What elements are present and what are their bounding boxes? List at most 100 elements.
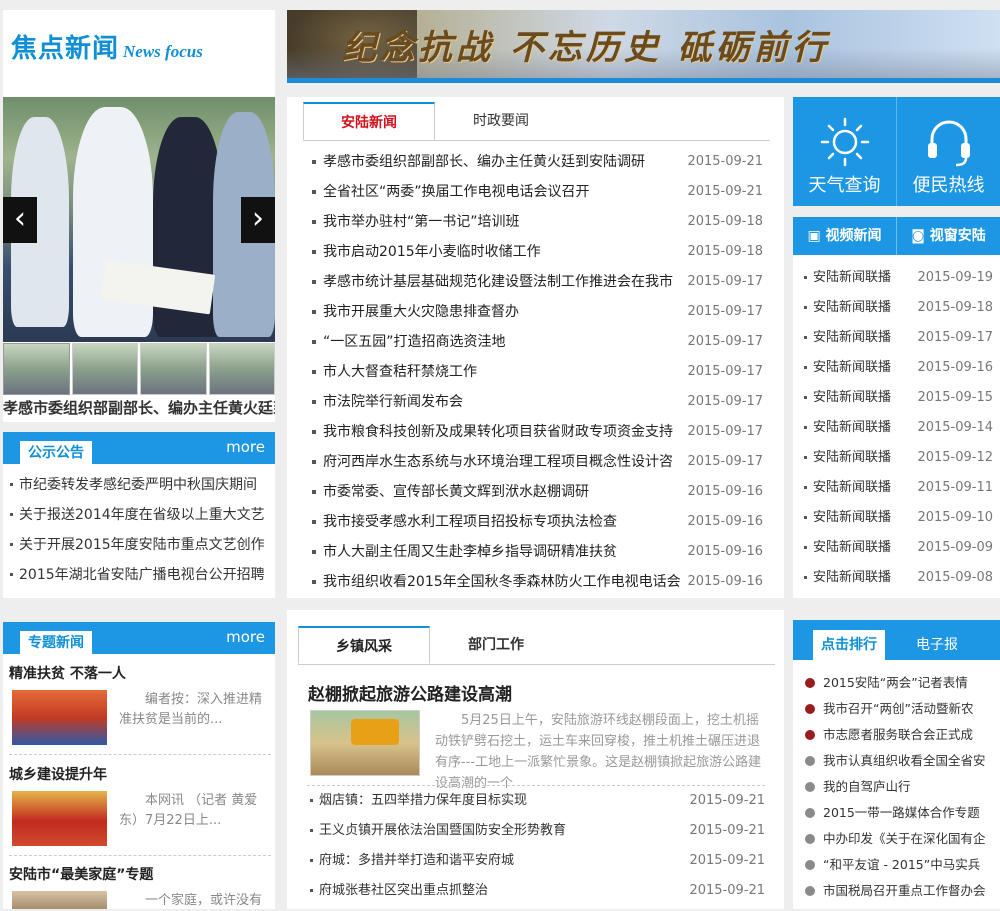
list-item[interactable]: 安陆新闻联播 2015-09-19 xyxy=(797,263,993,293)
list-item[interactable]: 我市粮食科技创新及成果转化项目获省财政专项资金支持 2015-09-17 xyxy=(307,417,763,447)
item-title: 府城：多措并举打造和谐平安府城 xyxy=(319,853,515,868)
list-item[interactable]: 王义贞镇开展依法治国暨国防安全形势教育 2015-09-21 xyxy=(307,816,765,846)
item-date: 2015-09-17 xyxy=(687,394,763,409)
item-title: 市志愿者服务联合会正式成 xyxy=(823,727,974,742)
list-item[interactable]: 安陆新闻联播 2015-09-14 xyxy=(797,413,993,443)
topic-thumbnail[interactable] xyxy=(12,891,107,909)
item-title: 我市接受孝感水利工程项目招投标专项执法检查 xyxy=(323,514,617,530)
list-item[interactable]: 2015一带一路媒体合作专题 xyxy=(805,800,995,826)
list-item[interactable]: 关于开展2015年度安陆市重点文艺创作 xyxy=(9,530,269,560)
list-item[interactable]: 我市认真组织收看全国全省安 xyxy=(805,748,995,774)
slide-thumbnail[interactable] xyxy=(208,343,275,395)
list-item[interactable]: 全省社区“两委”换届工作电视电话会议召开 2015-09-21 xyxy=(307,177,763,207)
town-headline-image[interactable] xyxy=(310,710,420,776)
tab-label: 视窗安陆 xyxy=(929,228,986,244)
slide-next-button[interactable]: › xyxy=(241,197,275,243)
video-news-panel: ▣ 视频新闻 ◙ 视窗安陆 安陆新闻联播 2015-09-19 安陆新闻联播 201… xyxy=(793,217,1000,598)
anlu-news-panel: 安陆新闻 时政要闻 孝感市委组织部副部长、编办主任黄火廷到安陆调研 2015-09… xyxy=(287,97,784,598)
item-title: 安陆新闻联播 xyxy=(813,330,892,345)
list-item[interactable]: 我市接受孝感水利工程项目招投标专项执法检查 2015-09-16 xyxy=(307,507,763,537)
list-item[interactable]: 我市开展重大火灾隐患排查督办 2015-09-17 xyxy=(307,297,763,327)
item-title: 安陆新闻联播 xyxy=(813,360,892,375)
topic-thumbnail[interactable] xyxy=(12,791,107,846)
weather-button[interactable]: 天气查询 xyxy=(793,97,896,206)
list-item[interactable]: 我市召开“两创”活动暨新农 xyxy=(805,696,995,722)
ranking-panel: 点击排行 电子报 2015安陆“两会”记者表情 我市召开“两创”活动暨新农 市志… xyxy=(793,620,1000,909)
slide-thumbnail[interactable] xyxy=(3,343,70,395)
list-item[interactable]: 安陆新闻联播 2015-09-12 xyxy=(797,443,993,473)
item-date: 2015-09-10 xyxy=(917,510,993,525)
news-tabs: 安陆新闻 时政要闻 xyxy=(303,102,770,141)
list-item[interactable]: 2015年湖北省安陆广播电视台公开招聘 xyxy=(9,560,269,590)
topic-title[interactable]: 城乡建设提升年 xyxy=(9,763,271,787)
list-item[interactable]: 我市组织收看2015年全国秋冬季森林防火工作电视电话会 2015-09-16 xyxy=(307,567,763,597)
hotline-label: 便民热线 xyxy=(912,175,985,196)
tab-township[interactable]: 乡镇风采 xyxy=(298,626,430,664)
list-item[interactable]: 孝感市统计基层基础规范化建设暨法制工作推进会在我市 2015-09-17 xyxy=(307,267,763,297)
list-item[interactable]: 安陆新闻联播 2015-09-09 xyxy=(797,533,993,563)
list-item[interactable]: 市人大副主任周又生赴李棹乡指导调研精准扶贫 2015-09-16 xyxy=(307,537,763,567)
slide-prev-button[interactable]: ‹ xyxy=(3,197,37,243)
item-title: 中办印发《关于在深化国有企 xyxy=(823,831,986,846)
item-date: 2015-09-17 xyxy=(917,330,993,345)
list-item[interactable]: 市法院举行新闻发布会 2015-09-17 xyxy=(307,387,763,417)
tab-click-ranking[interactable]: 点击排行 xyxy=(813,630,885,660)
list-item[interactable]: 市国税局召开重点工作督办会 xyxy=(805,878,995,904)
list-item[interactable]: 安陆新闻联播 2015-09-18 xyxy=(797,293,993,323)
list-item[interactable]: 关于报送2014年度在省级以上重大文艺 xyxy=(9,500,269,530)
bullet-icon xyxy=(805,678,815,688)
tab-e-paper[interactable]: 电子报 xyxy=(901,630,973,660)
focus-slide-caption[interactable]: 孝感市委组织部副部长、编办主任黄火廷到安陆调研 xyxy=(3,395,275,422)
list-item[interactable]: 府河西岸水生态系统与水环境治理工程项目概念性设计咨 2015-09-17 xyxy=(307,447,763,477)
town-headline[interactable]: 赵棚掀起旅游公路建设高潮 xyxy=(308,680,512,705)
list-item[interactable]: 安陆新闻联播 2015-09-17 xyxy=(797,323,993,353)
tab-window-anlu[interactable]: ◙ 视窗安陆 xyxy=(896,217,1000,255)
tab-department[interactable]: 部门工作 xyxy=(430,626,562,664)
topic-thumbnail[interactable] xyxy=(12,690,107,745)
tab-video-news[interactable]: ▣ 视频新闻 xyxy=(793,217,896,255)
list-item[interactable]: 市纪委转发孝感纪委严明中秋国庆期间 xyxy=(9,470,269,500)
list-item[interactable]: 我市启动2015年小麦临时收储工作 2015-09-18 xyxy=(307,237,763,267)
item-date: 2015-09-16 xyxy=(687,544,763,559)
topic-title[interactable]: 精准扶贫 不落一人 xyxy=(9,662,271,686)
tab-politics[interactable]: 时政要闻 xyxy=(435,102,567,140)
list-item[interactable]: 安陆新闻联播 2015-09-08 xyxy=(797,563,993,593)
focus-slide-image[interactable]: ‹ › xyxy=(3,97,275,342)
item-title: 安陆新闻联播 xyxy=(813,540,892,555)
special-more-link[interactable]: more xyxy=(226,628,265,646)
notice-panel: 公示公告 more 市纪委转发孝感纪委严明中秋国庆期间 关于报送2014年度在省… xyxy=(3,432,275,598)
bullet-icon xyxy=(805,808,815,818)
list-item[interactable]: 烟店镇：五四举措力保年度目标实现 2015-09-21 xyxy=(307,786,765,816)
list-item[interactable]: 府城：多措并举打造和谐平安府城 2015-09-21 xyxy=(307,846,765,876)
hotline-button[interactable]: 便民热线 xyxy=(896,97,1000,206)
item-title: 我市开展重大火灾隐患排查督办 xyxy=(323,304,519,320)
list-item[interactable]: 府城张巷社区突出重点抓整治 2015-09-21 xyxy=(307,876,765,906)
list-item[interactable]: 我市举办驻村“第一书记”培训班 2015-09-18 xyxy=(307,207,763,237)
list-item[interactable]: 市委常委、宣传部长黄文辉到洑水赵棚调研 2015-09-16 xyxy=(307,477,763,507)
list-item[interactable]: 安陆新闻联播 2015-09-11 xyxy=(797,473,993,503)
item-date: 2015-09-12 xyxy=(917,450,993,465)
list-item[interactable]: “一区五园”打造招商选资洼地 2015-09-17 xyxy=(307,327,763,357)
list-item[interactable]: 我的自驾庐山行 xyxy=(805,774,995,800)
slide-thumbnail[interactable] xyxy=(71,343,138,395)
list-item[interactable]: 安陆新闻联播 2015-09-10 xyxy=(797,503,993,533)
list-item[interactable]: 中办印发《关于在深化国有企 xyxy=(805,826,995,852)
item-title: 市国税局召开重点工作督办会 xyxy=(823,883,986,898)
notice-more-link[interactable]: more xyxy=(226,438,265,456)
list-item[interactable]: 孝感市委组织部副部长、编办主任黄火廷到安陆调研 2015-09-21 xyxy=(307,147,763,177)
list-item[interactable]: 安陆新闻联播 2015-09-15 xyxy=(797,383,993,413)
topic-title[interactable]: 安陆市“最美家庭”专题 xyxy=(9,863,271,887)
list-item[interactable]: 安陆新闻联播 2015-09-16 xyxy=(797,353,993,383)
item-date: 2015-09-17 xyxy=(687,424,763,439)
list-item[interactable]: “和平友谊 - 2015”中马实兵 xyxy=(805,852,995,878)
town-summary: 5月25日上午，安陆旅游环线赵棚段面上，挖土机摇动铁铲劈石挖土，运土车来回穿梭，… xyxy=(435,713,762,791)
list-item[interactable]: 市人大督查秸秆禁烧工作 2015-09-17 xyxy=(307,357,763,387)
list-item[interactable]: 2015安陆“两会”记者表情 xyxy=(805,670,995,696)
slide-thumbnail[interactable] xyxy=(140,343,207,395)
item-date: 2015-09-18 xyxy=(687,214,763,229)
list-item[interactable]: 市志愿者服务联合会正式成 xyxy=(805,722,995,748)
topic-summary: 编者按：深入推进精准扶贫是当前的... xyxy=(119,692,263,727)
tab-anlu-news[interactable]: 安陆新闻 xyxy=(303,102,435,140)
item-date: 2015-09-21 xyxy=(689,883,765,898)
notice-list: 市纪委转发孝感纪委严明中秋国庆期间 关于报送2014年度在省级以上重大文艺 关于… xyxy=(9,470,269,590)
